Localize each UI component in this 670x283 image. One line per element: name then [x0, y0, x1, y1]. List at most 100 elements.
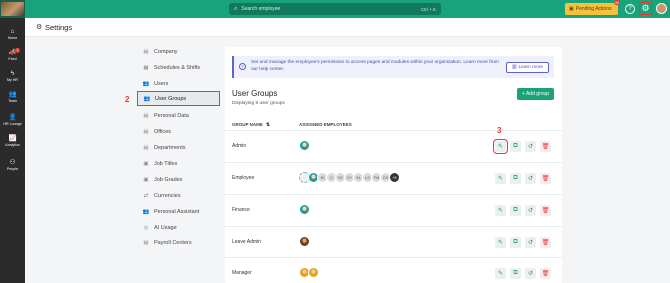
history-icon[interactable]: ↺	[525, 141, 536, 152]
logo-image	[1, 2, 24, 16]
section-title: User Groups	[232, 89, 278, 98]
menu-payroll-centers[interactable]: ▤ Payroll Centers	[137, 235, 220, 250]
home-icon: ⌂	[10, 28, 15, 35]
avatar[interactable]	[299, 140, 310, 151]
search-bar[interactable]: ⌕ Search employee Ctrl + K	[229, 3, 441, 15]
nav-my-hr[interactable]: ϟ My HR	[0, 70, 25, 88]
company-logo[interactable]	[0, 0, 25, 18]
duplicate-icon[interactable]: ⧉	[510, 205, 521, 216]
user-avatar[interactable]	[656, 3, 667, 14]
exchange-icon: ⇄	[143, 192, 149, 199]
menu-departments[interactable]: ▤ Departments	[137, 140, 220, 155]
settings-gear-icon[interactable]: ⚙	[639, 2, 652, 15]
nav-label: My HR	[7, 78, 18, 82]
duplicate-icon[interactable]: ⧉	[510, 173, 521, 184]
nav-people[interactable]: ⚇ People	[0, 159, 25, 177]
column-header-group-name[interactable]: GROUP NAME ⇅	[232, 122, 270, 128]
nav-label: People	[6, 167, 19, 171]
edit-icon[interactable]: ✎	[495, 205, 506, 216]
menu-label: Personal Assistant	[154, 208, 200, 215]
help-icon[interactable]: ?	[625, 4, 635, 14]
nav-analytics[interactable]: 📈 Analytics	[0, 135, 25, 153]
history-icon[interactable]: ↺	[525, 268, 536, 279]
sidebar: ⌂ Home 📣 Feed 1 ϟ My HR 👥 Team 👤 HR Loun…	[0, 18, 25, 283]
edit-icon[interactable]: ✎	[495, 173, 506, 184]
person-icon: 👤	[8, 114, 17, 121]
nav-hr-lounge[interactable]: 👤 HR Lounge	[0, 114, 25, 132]
learn-more-label: Learn more	[518, 65, 544, 70]
avatar[interactable]	[299, 204, 310, 215]
nav-home[interactable]: ⌂ Home	[0, 28, 25, 46]
menu-job-grades[interactable]: ▣ Job Grades	[137, 172, 220, 187]
info-text: Set and manage the employee's permission…	[251, 60, 499, 72]
assigned-avatars	[299, 267, 319, 279]
search-shortcut: Ctrl + K	[420, 6, 436, 12]
menu-company[interactable]: ▤ Company	[137, 44, 220, 59]
duplicate-icon[interactable]: ⧉	[510, 141, 521, 152]
row-actions: ✎ ⧉ ↺ 🗑	[495, 268, 551, 279]
delete-icon[interactable]: 🗑	[540, 205, 551, 216]
table-row: Manager ✎ ⧉ ↺ 🗑	[225, 257, 562, 283]
delete-icon[interactable]: 🗑	[540, 141, 551, 152]
nav-label: Team	[8, 99, 17, 103]
edit-icon[interactable]: ✎	[493, 139, 508, 154]
menu-personal-data[interactable]: ▤ Personal Data	[137, 108, 220, 123]
history-icon[interactable]: ↺	[525, 205, 536, 216]
learn-more-button[interactable]: ▥ Learn more	[506, 62, 549, 73]
menu-label: Schedules & Shifts	[154, 64, 201, 71]
nav-label: Analytics	[5, 143, 20, 147]
more-avatars-badge[interactable]: +5	[389, 172, 400, 183]
payroll-icon: ▤	[143, 239, 149, 246]
page-title: Settings	[45, 23, 73, 32]
duplicate-icon[interactable]: ⧉	[510, 237, 521, 248]
history-icon[interactable]: ↺	[525, 173, 536, 184]
history-icon[interactable]: ↺	[525, 237, 536, 248]
assigned-avatars	[299, 204, 310, 216]
avatar[interactable]	[299, 236, 310, 247]
search-icon: ⌕	[234, 5, 238, 12]
nav-label: Feed	[8, 57, 17, 61]
team-icon: 👥	[8, 91, 17, 98]
menu-label: Personal Data	[154, 112, 189, 119]
lightning-icon: ϟ	[10, 70, 15, 77]
clipboard-icon: ▣	[569, 6, 574, 12]
menu-label: User Groups	[155, 95, 187, 102]
info-icon: ?	[239, 63, 246, 70]
menu-ai-usage[interactable]: ◎ AI Usage	[137, 220, 220, 235]
nav-team[interactable]: 👥 Team	[0, 91, 25, 109]
menu-user-groups[interactable]: 👥 User Groups	[137, 91, 220, 106]
building-icon: ▤	[143, 48, 149, 55]
avatar[interactable]	[308, 267, 319, 278]
document-icon: ▤	[143, 112, 149, 119]
row-actions: ✎ ⧉ ↺ 🗑	[495, 237, 551, 248]
menu-label: Payroll Centers	[154, 239, 192, 246]
sort-icon[interactable]: ⇅	[266, 122, 270, 128]
menu-currencies[interactable]: ⇄ Currencies	[137, 188, 220, 203]
menu-job-titles[interactable]: ▣ Job Titles	[137, 156, 220, 171]
delete-icon[interactable]: 🗑	[540, 237, 551, 248]
group-name: Employee	[232, 175, 255, 181]
edit-icon[interactable]: ✎	[495, 237, 506, 248]
menu-schedules[interactable]: ▦ Schedules & Shifts	[137, 60, 220, 75]
nav-feed[interactable]: 📣 Feed 1	[0, 48, 25, 67]
duplicate-icon[interactable]: ⧉	[510, 268, 521, 279]
table-row: Admin ✎ ⧉ ↺ 🗑	[225, 130, 562, 162]
delete-icon[interactable]: 🗑	[540, 268, 551, 279]
menu-users[interactable]: 👥 Users	[137, 76, 220, 91]
assigned-avatars	[299, 140, 310, 152]
menu-label: Job Titles	[154, 160, 178, 167]
people-icon: ⚇	[9, 159, 16, 166]
menu-personal-assistant[interactable]: 👥 Personal Assistant	[137, 204, 220, 219]
row-actions: ✎ ⧉ ↺ 🗑	[495, 205, 551, 216]
section-subtitle: Displaying 8 user groups	[232, 101, 285, 106]
pending-actions-button[interactable]: ▣ Pending Actions	[565, 3, 618, 15]
department-icon: ▤	[143, 144, 149, 151]
annotation-3: 3	[497, 126, 502, 135]
table-row: Employee JK C SY CY SL LS FM CN +5 ✎ ⧉ ↺…	[225, 162, 562, 194]
add-group-button[interactable]: + Add group	[517, 88, 554, 100]
group-name: Leave Admin	[232, 239, 261, 245]
delete-icon[interactable]: 🗑	[540, 173, 551, 184]
edit-icon[interactable]: ✎	[495, 268, 506, 279]
menu-offices[interactable]: ▤ Offices	[137, 124, 220, 139]
users-icon: 👥	[143, 95, 151, 102]
